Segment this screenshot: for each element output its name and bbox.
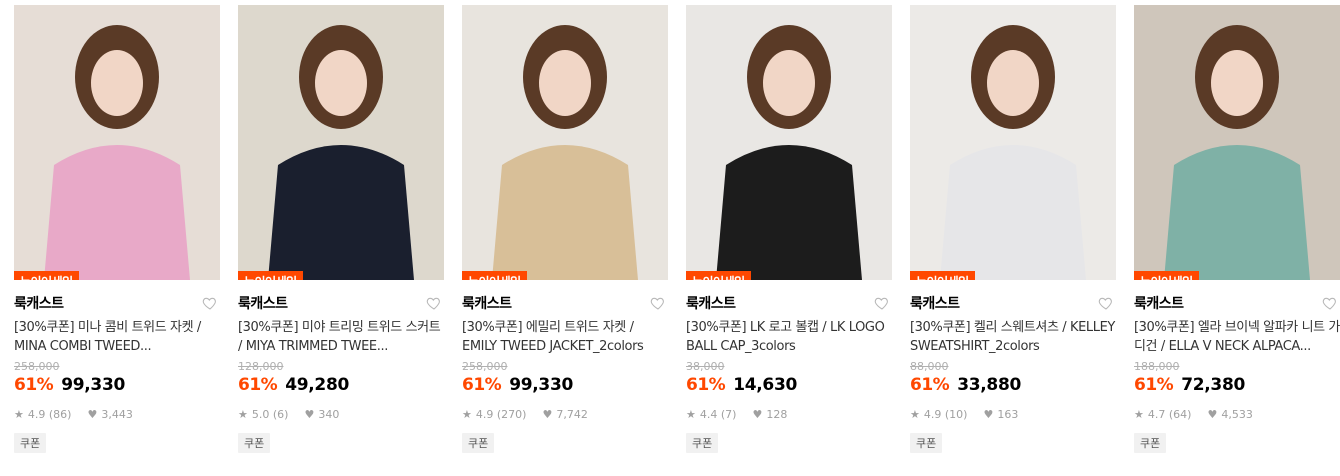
product-card[interactable]: 뉴이어세일 룩캐스트 [30%쿠폰] 엘라 브이넥 알파카 니트 가디건 / E… [1134, 5, 1340, 453]
heart-filled-icon: ♥ [542, 407, 553, 421]
like-count: 4,533 [1221, 407, 1253, 421]
sale-price: 99,330 [509, 375, 574, 395]
heart-filled-icon: ♥ [1207, 407, 1218, 421]
sale-price: 49,280 [285, 375, 350, 395]
sale-price: 72,380 [1181, 375, 1246, 395]
heart-outline-icon[interactable] [1322, 295, 1338, 311]
heart-filled-icon: ♥ [87, 407, 98, 421]
product-photo [910, 5, 1116, 280]
product-title[interactable]: [30%쿠폰] 미야 트리밍 트위드 스커트 / MIYA TRIMMED TW… [238, 318, 444, 356]
sale-tag: 뉴이어세일 [1134, 271, 1199, 280]
product-card[interactable]: 뉴이어세일 룩캐스트 [30%쿠폰] 켈리 스웨트셔츠 / KELLEY SWE… [910, 5, 1116, 453]
coupon-badge: 쿠폰 [910, 433, 943, 453]
star-icon: ★ [910, 407, 920, 421]
product-photo [462, 5, 668, 280]
product-card[interactable]: 뉴이어세일 룩캐스트 [30%쿠폰] 미나 콤비 트위드 자켓 / MINA C… [14, 5, 220, 453]
like-count: 7,742 [556, 407, 588, 421]
product-photo [14, 5, 220, 280]
rating-value: 4.9 (86) [27, 407, 72, 421]
original-price: 188,000 [1134, 360, 1180, 373]
rating-value: 4.9 (270) [475, 407, 527, 421]
product-title[interactable]: [30%쿠폰] LK 로고 볼캡 / LK LOGO BALL CAP_3col… [686, 318, 892, 356]
discount-rate: 61% [238, 375, 278, 395]
star-icon: ★ [1134, 407, 1144, 421]
sale-tag: 뉴이어세일 [238, 271, 303, 280]
heart-filled-icon: ♥ [983, 407, 994, 421]
heart-outline-icon[interactable] [650, 295, 666, 311]
rating-value: 4.7 (64) [1147, 407, 1192, 421]
sale-price: 14,630 [733, 375, 798, 395]
heart-outline-icon[interactable] [1098, 295, 1114, 311]
heart-outline-icon[interactable] [202, 295, 218, 311]
product-image[interactable]: 뉴이어세일 [1134, 5, 1340, 280]
product-card[interactable]: 뉴이어세일 룩캐스트 [30%쿠폰] 미야 트리밍 트위드 스커트 / MIYA… [238, 5, 444, 453]
product-card[interactable]: 뉴이어세일 룩캐스트 [30%쿠폰] LK 로고 볼캡 / LK LOGO BA… [686, 5, 892, 453]
original-price: 258,000 [462, 360, 508, 373]
sale-price: 33,880 [957, 375, 1022, 395]
brand-name[interactable]: 룩캐스트 [238, 293, 288, 313]
product-image[interactable]: 뉴이어세일 [14, 5, 220, 280]
discount-rate: 61% [686, 375, 726, 395]
rating-value: 4.4 (7) [699, 407, 737, 421]
coupon-badge: 쿠폰 [686, 433, 719, 453]
original-price: 258,000 [14, 360, 60, 373]
rating-value: 4.9 (10) [923, 407, 968, 421]
product-title[interactable]: [30%쿠폰] 엘라 브이넥 알파카 니트 가디건 / ELLA V NECK … [1134, 318, 1340, 356]
like-count: 163 [997, 407, 1019, 421]
coupon-badge: 쿠폰 [1134, 433, 1167, 453]
star-icon: ★ [462, 407, 472, 421]
rating-value: 5.0 (6) [251, 407, 289, 421]
coupon-badge: 쿠폰 [462, 433, 495, 453]
product-title[interactable]: [30%쿠폰] 켈리 스웨트셔츠 / KELLEY SWEATSHIRT_2co… [910, 318, 1116, 356]
like-count: 128 [766, 407, 788, 421]
discount-rate: 61% [462, 375, 502, 395]
coupon-badge: 쿠폰 [238, 433, 271, 453]
coupon-badge: 쿠폰 [14, 433, 47, 453]
sale-price: 99,330 [61, 375, 126, 395]
heart-outline-icon[interactable] [426, 295, 442, 311]
like-count: 340 [318, 407, 340, 421]
product-image[interactable]: 뉴이어세일 [462, 5, 668, 280]
star-icon: ★ [14, 407, 24, 421]
star-icon: ★ [238, 407, 248, 421]
like-count: 3,443 [101, 407, 133, 421]
product-photo [1134, 5, 1340, 280]
product-image[interactable]: 뉴이어세일 [238, 5, 444, 280]
original-price: 88,000 [910, 360, 949, 373]
brand-name[interactable]: 룩캐스트 [1134, 293, 1184, 313]
sale-tag: 뉴이어세일 [462, 271, 527, 280]
discount-rate: 61% [14, 375, 54, 395]
product-photo [238, 5, 444, 280]
original-price: 128,000 [238, 360, 284, 373]
original-price: 38,000 [686, 360, 725, 373]
heart-outline-icon[interactable] [874, 295, 890, 311]
heart-filled-icon: ♥ [752, 407, 763, 421]
brand-name[interactable]: 룩캐스트 [14, 293, 64, 313]
sale-tag: 뉴이어세일 [686, 271, 751, 280]
star-icon: ★ [686, 407, 696, 421]
product-image[interactable]: 뉴이어세일 [686, 5, 892, 280]
brand-name[interactable]: 룩캐스트 [910, 293, 960, 313]
discount-rate: 61% [1134, 375, 1174, 395]
product-photo [686, 5, 892, 280]
product-title[interactable]: [30%쿠폰] 에밀리 트위드 자켓 / EMILY TWEED JACKET_… [462, 318, 668, 356]
heart-filled-icon: ♥ [304, 407, 315, 421]
sale-tag: 뉴이어세일 [910, 271, 975, 280]
sale-tag: 뉴이어세일 [14, 271, 79, 280]
product-title[interactable]: [30%쿠폰] 미나 콤비 트위드 자켓 / MINA COMBI TWEED.… [14, 318, 220, 356]
product-image[interactable]: 뉴이어세일 [910, 5, 1116, 280]
discount-rate: 61% [910, 375, 950, 395]
brand-name[interactable]: 룩캐스트 [462, 293, 512, 313]
product-card[interactable]: 뉴이어세일 룩캐스트 [30%쿠폰] 에밀리 트위드 자켓 / EMILY TW… [462, 5, 668, 453]
brand-name[interactable]: 룩캐스트 [686, 293, 736, 313]
product-grid: 뉴이어세일 룩캐스트 [30%쿠폰] 미나 콤비 트위드 자켓 / MINA C… [14, 5, 1340, 453]
